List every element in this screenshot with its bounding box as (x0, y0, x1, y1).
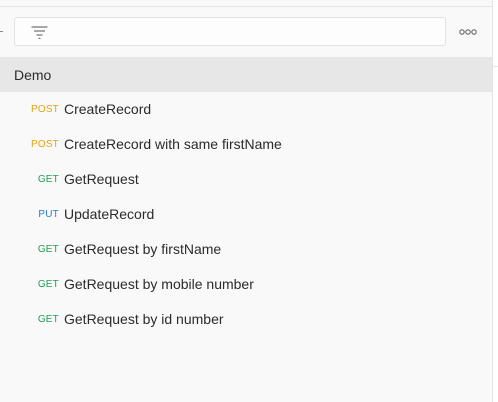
filter-icon[interactable] (31, 26, 48, 39)
method-badge: GET (37, 174, 59, 185)
method-badge: GET (37, 244, 59, 255)
method-badge: GET (37, 314, 59, 325)
collection-name: Demo (14, 67, 52, 83)
request-name: GetRequest by firstName (64, 241, 222, 257)
request-item[interactable]: GET GetRequest by id number (0, 302, 492, 337)
request-item[interactable]: GET GetRequest by firstName (0, 232, 492, 267)
right-panel-line (493, 66, 498, 67)
request-item[interactable]: POST CreateRecord with same firstName (0, 127, 492, 162)
right-panel-edge (493, 0, 498, 402)
request-name: GetRequest by id number (64, 311, 224, 327)
request-name: CreateRecord (64, 101, 152, 117)
request-name: GetRequest (64, 171, 139, 187)
method-badge: POST (30, 104, 59, 115)
left-edge-arrow (0, 31, 3, 32)
method-badge: PUT (38, 209, 59, 220)
request-item[interactable]: GET GetRequest by mobile number (0, 267, 492, 302)
filter-input[interactable] (14, 17, 446, 46)
method-badge: GET (37, 279, 59, 290)
top-divider (0, 6, 492, 7)
collection-demo[interactable]: Demo (0, 57, 492, 92)
request-item[interactable]: GET GetRequest (0, 162, 492, 197)
method-badge: POST (30, 139, 59, 150)
request-item[interactable]: POST CreateRecord (0, 92, 492, 127)
more-options-icon[interactable] (456, 22, 480, 42)
request-name: CreateRecord with same firstName (64, 136, 282, 152)
request-name: UpdateRecord (64, 206, 155, 222)
request-name: GetRequest by mobile number (64, 276, 254, 292)
request-item[interactable]: PUT UpdateRecord (0, 197, 492, 232)
collections-sidebar: Demo POST CreateRecord POST CreateRecord… (0, 0, 498, 402)
